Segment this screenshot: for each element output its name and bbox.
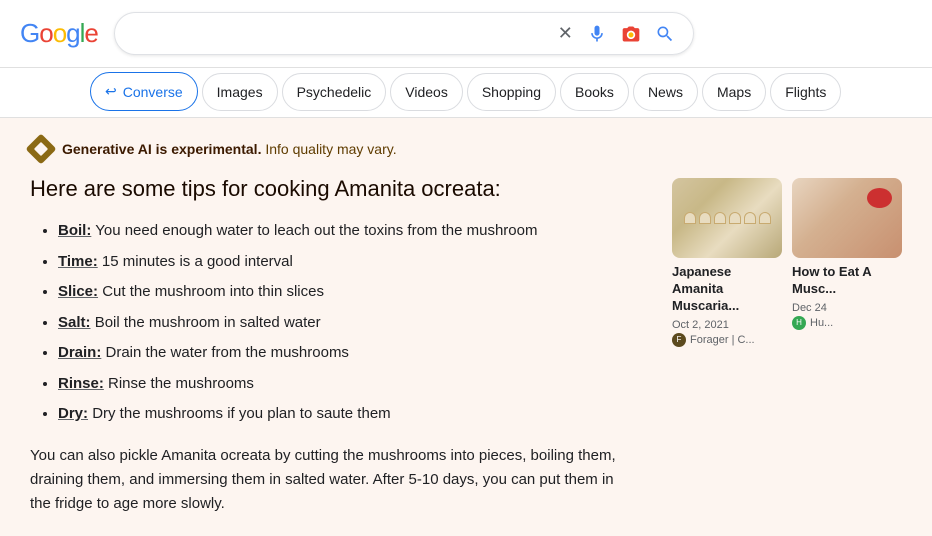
clear-button[interactable]: ✕ <box>556 21 575 46</box>
tab-shopping[interactable]: Shopping <box>467 73 556 111</box>
tab-psychedelic[interactable]: Psychedelic <box>282 73 387 111</box>
image-search-button[interactable] <box>619 22 643 46</box>
flights-tab-label: Flights <box>785 84 826 100</box>
search-icons: ✕ <box>556 21 677 46</box>
card-2-title: How to Eat A Musc... <box>792 264 902 298</box>
ai-tips-list: Boil: You need enough water to leach out… <box>30 220 652 426</box>
card-1-title: Japanese Amanita Muscaria... <box>672 264 782 315</box>
tab-news[interactable]: News <box>633 73 698 111</box>
search-icon <box>655 24 675 44</box>
maps-tab-label: Maps <box>717 84 751 100</box>
list-item: Dry: Dry the mushrooms if you plan to sa… <box>58 403 652 426</box>
images-tab-label: Images <box>217 84 263 100</box>
card-2-date: Dec 24 <box>792 302 902 314</box>
list-item: Drain: Drain the water from the mushroom… <box>58 342 652 365</box>
ai-notice-bold: Generative AI is experimental. <box>62 141 261 157</box>
ai-notice-text: Generative AI is experimental. Info qual… <box>62 141 397 157</box>
tab-maps[interactable]: Maps <box>702 73 766 111</box>
list-item: Boil: You need enough water to leach out… <box>58 220 652 243</box>
result-card-1[interactable]: Japanese Amanita Muscaria... Oct 2, 2021… <box>672 178 782 516</box>
tab-books[interactable]: Books <box>560 73 629 111</box>
tip-label: Salt: <box>58 314 91 331</box>
ai-diamond-icon <box>25 133 56 164</box>
search-bar: how to cook amanita ocreata ✕ <box>114 12 694 55</box>
tip-label: Drain: <box>58 344 101 361</box>
tip-text: Cut the mushroom into thin slices <box>102 283 324 300</box>
list-item: Rinse: Rinse the mushrooms <box>58 373 652 396</box>
tip-text: Rinse the mushrooms <box>108 375 254 392</box>
tip-text: Boil the mushroom in salted water <box>95 314 321 331</box>
converse-tab-label: Converse <box>123 84 183 100</box>
result-card-2[interactable]: How to Eat A Musc... Dec 24 H Hu... <box>792 178 902 516</box>
ai-notice: Generative AI is experimental. Info qual… <box>30 138 652 160</box>
voice-search-button[interactable] <box>585 22 609 46</box>
card-2-source: H Hu... <box>792 316 902 330</box>
mushroom-visual <box>676 204 779 232</box>
tip-label: Time: <box>58 253 98 270</box>
close-icon: ✕ <box>558 23 573 44</box>
card-1-source-icon: F <box>672 333 686 347</box>
main-content: Generative AI is experimental. Info qual… <box>0 118 932 536</box>
nav-tabs: ↩ Converse Images Psychedelic Videos Sho… <box>0 68 932 118</box>
card-1-source-text: Forager | C... <box>690 334 755 346</box>
ai-paragraph: You can also pickle Amanita ocreata by c… <box>30 444 630 516</box>
tip-text: You need enough water to leach out the t… <box>95 222 537 239</box>
search-input[interactable]: how to cook amanita ocreata <box>131 25 546 43</box>
ai-notice-rest: Info quality may vary. <box>261 141 396 157</box>
tip-label: Dry: <box>58 405 88 422</box>
camera-icon <box>621 24 641 44</box>
red-spot-visual <box>867 188 892 208</box>
card-1-source: F Forager | C... <box>672 333 782 347</box>
card-1-image <box>672 178 782 258</box>
tip-label: Slice: <box>58 283 98 300</box>
side-cards: Japanese Amanita Muscaria... Oct 2, 2021… <box>672 138 902 516</box>
shopping-tab-label: Shopping <box>482 84 541 100</box>
videos-tab-label: Videos <box>405 84 448 100</box>
card-2-source-icon: H <box>792 316 806 330</box>
list-item: Slice: Cut the mushroom into thin slices <box>58 281 652 304</box>
ai-title: Here are some tips for cooking Amanita o… <box>30 176 652 202</box>
mic-icon <box>587 24 607 44</box>
tip-text: Drain the water from the mushrooms <box>106 344 349 361</box>
search-button[interactable] <box>653 22 677 46</box>
card-2-image <box>792 178 902 258</box>
list-item: Salt: Boil the mushroom in salted water <box>58 312 652 335</box>
list-item: Time: 15 minutes is a good interval <box>58 251 652 274</box>
card-2-source-text: Hu... <box>810 317 833 329</box>
tab-images[interactable]: Images <box>202 73 278 111</box>
news-tab-label: News <box>648 84 683 100</box>
psychedelic-tab-label: Psychedelic <box>297 84 372 100</box>
card-1-date: Oct 2, 2021 <box>672 319 782 331</box>
tab-videos[interactable]: Videos <box>390 73 463 111</box>
google-logo: Google <box>20 18 98 49</box>
tip-label: Rinse: <box>58 375 104 392</box>
books-tab-label: Books <box>575 84 614 100</box>
tab-flights[interactable]: Flights <box>770 73 841 111</box>
converse-tab-icon: ↩ <box>105 83 117 100</box>
tab-converse[interactable]: ↩ Converse <box>90 72 198 111</box>
tip-label: Boil: <box>58 222 91 239</box>
header: Google how to cook amanita ocreata ✕ <box>0 0 932 68</box>
tip-text: Dry the mushrooms if you plan to saute t… <box>92 405 390 422</box>
ai-panel: Generative AI is experimental. Info qual… <box>30 138 652 516</box>
tip-text: 15 minutes is a good interval <box>102 253 293 270</box>
